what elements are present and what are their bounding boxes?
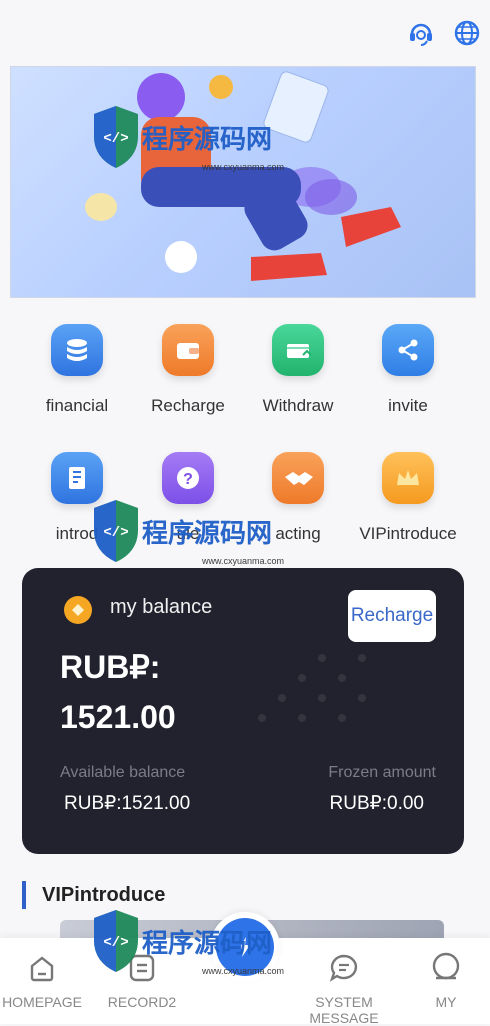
menu-item-label: Withdraw	[262, 396, 334, 415]
menu-item-label: invite	[388, 396, 428, 415]
wallet-icon	[162, 324, 214, 376]
section-accent-bar	[22, 881, 26, 909]
balance-currency: RUB₽:	[60, 649, 161, 685]
watermark-logo: </> 程序源码网 www.cxyuanma.com	[94, 500, 284, 566]
balance-title: my balance	[110, 596, 213, 618]
globe-icon[interactable]	[452, 18, 482, 48]
coins-stack-icon	[51, 324, 103, 376]
watermark-url: www.cxyuanma.com	[201, 966, 284, 976]
menu-item-vip-introduce[interactable]: VIPintroduce	[353, 452, 463, 552]
coin-icon	[64, 596, 92, 624]
menu-item-withdraw[interactable]: Withdraw	[243, 324, 353, 424]
svg-text:</>: </>	[103, 525, 128, 541]
available-balance-value: RUB₽:1521.00	[64, 793, 191, 814]
watermark-text: 程序源码网	[142, 124, 272, 155]
frozen-amount-label: Frozen amount	[328, 764, 436, 781]
menu-item-label: financial	[45, 396, 109, 415]
menu-item-recharge[interactable]: Recharge	[133, 324, 243, 424]
crown-icon	[382, 452, 434, 504]
recharge-button[interactable]: Recharge	[348, 590, 436, 642]
menu-item-invite[interactable]: invite	[353, 324, 463, 424]
watermark-logo: </> 程序源码网 www.cxyuanma.com	[94, 910, 284, 976]
available-balance-label: Available balance	[60, 764, 186, 781]
balance-card: my balance Recharge RUB₽: 1521.00 Availa…	[22, 568, 464, 854]
tab-label: HOMEPAGE	[2, 994, 82, 1010]
withdraw-card-icon	[272, 324, 324, 376]
tab-label: RECORD2	[107, 994, 177, 1010]
share-icon	[382, 324, 434, 376]
menu-item-label: VIPintroduce	[359, 524, 457, 543]
home-icon	[0, 948, 90, 984]
tab-system-message[interactable]: SYSTEM MESSAGE	[296, 948, 392, 1026]
tab-my[interactable]: MY	[398, 948, 490, 1010]
menu-item-label: Recharge	[151, 396, 225, 415]
watermark-url: www.cxyuanma.com	[201, 162, 284, 172]
balance-amount: RUB₽: 1521.00	[60, 642, 176, 742]
frozen-amount-value: RUB₽:0.00	[329, 793, 424, 814]
message-icon	[296, 948, 392, 984]
svg-text:</>: </>	[103, 131, 128, 147]
svg-text:?: ?	[183, 471, 193, 488]
watermark-text: 程序源码网	[142, 518, 272, 549]
menu-item-financial[interactable]: financial	[22, 324, 132, 424]
tab-label: SYSTEM MESSAGE	[309, 994, 379, 1026]
watermark-url: www.cxyuanma.com	[201, 556, 284, 566]
svg-text:</>: </>	[103, 935, 128, 951]
top-bar	[0, 0, 490, 64]
headset-icon[interactable]	[406, 18, 436, 48]
watermark-text: 程序源码网	[142, 928, 272, 959]
watermark-logo: </> 程序源码网 www.cxyuanma.com	[94, 106, 284, 172]
tab-homepage[interactable]: HOMEPAGE	[0, 948, 90, 1010]
profile-icon	[398, 948, 490, 984]
tab-label: MY	[435, 994, 457, 1010]
balance-value: 1521.00	[60, 699, 176, 735]
